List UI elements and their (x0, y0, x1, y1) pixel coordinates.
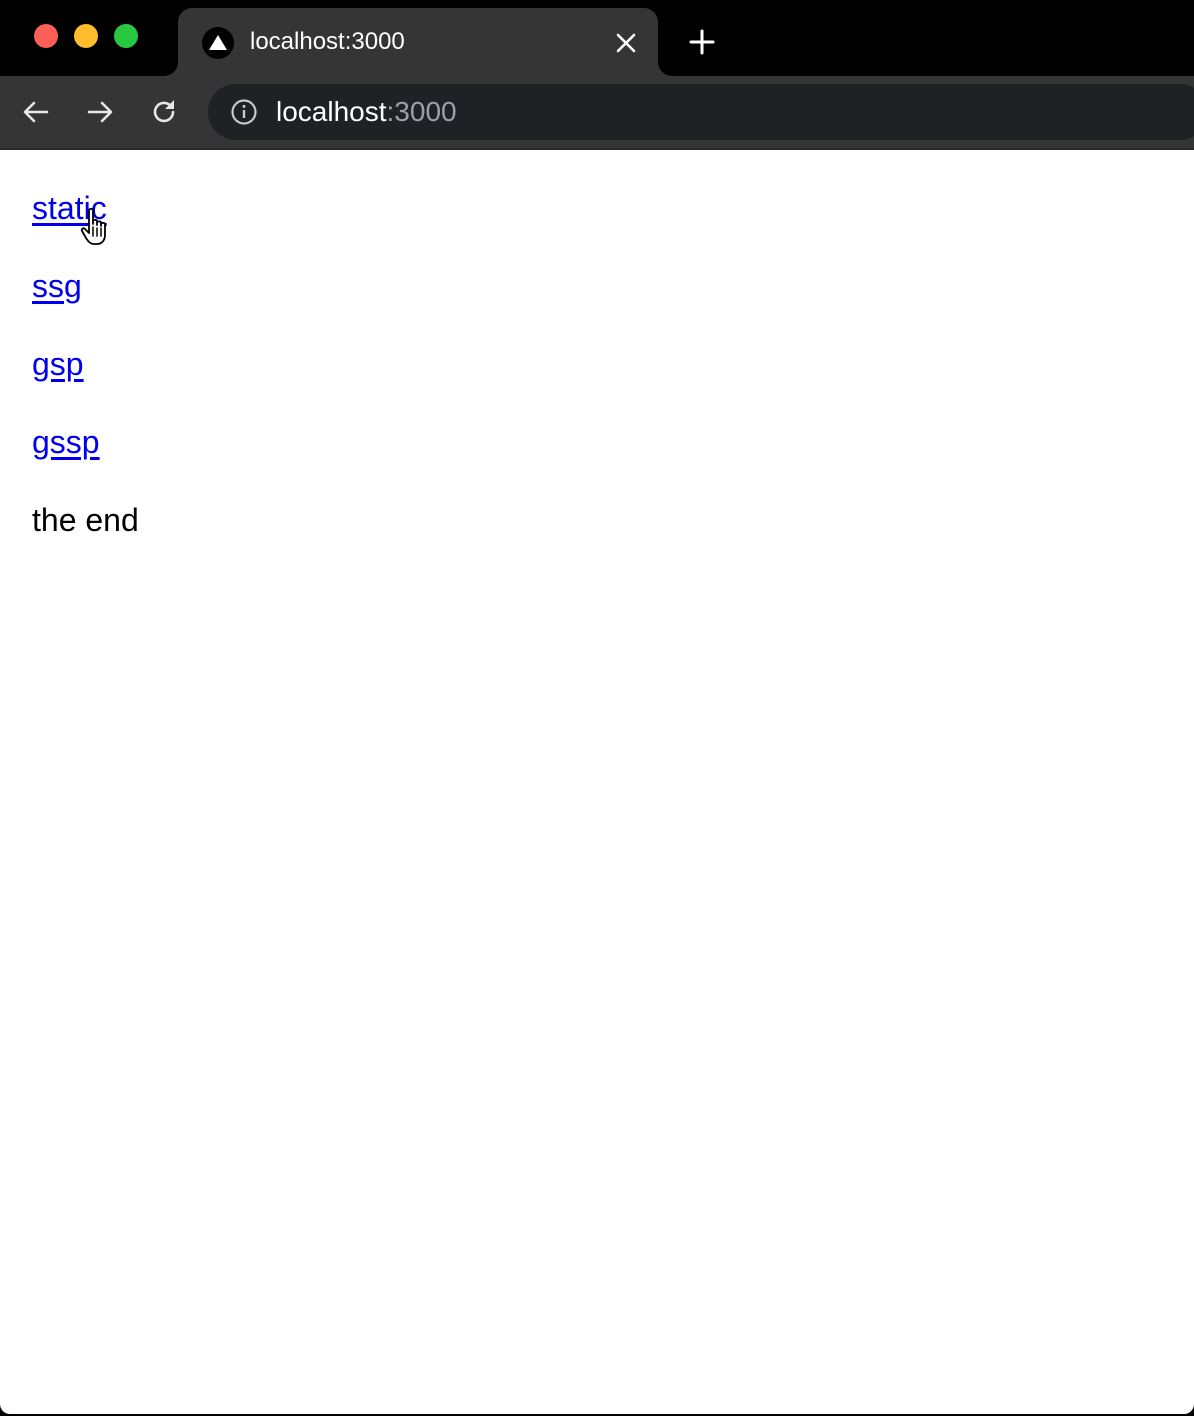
maximize-window-button[interactable] (114, 24, 138, 48)
browser-tab[interactable]: localhost:3000 (178, 8, 658, 76)
info-icon[interactable] (230, 98, 258, 126)
link-gssp[interactable]: gssp (32, 424, 100, 460)
browser-window: localhost:3000 localhost:3000 static ssg… (0, 0, 1194, 1416)
triangle-icon (202, 27, 234, 59)
back-arrow-icon[interactable] (20, 96, 52, 128)
minimize-window-button[interactable] (74, 24, 98, 48)
url-port: :3000 (386, 96, 457, 127)
url-text: localhost:3000 (276, 96, 457, 128)
close-icon[interactable] (614, 31, 638, 55)
tab-title: localhost:3000 (250, 28, 405, 55)
link-gsp[interactable]: gsp (32, 346, 84, 382)
hand-pointer-cursor-icon (80, 207, 116, 247)
reload-icon[interactable] (148, 96, 180, 128)
url-host: localhost (276, 96, 387, 127)
tab-strip: localhost:3000 (0, 0, 1194, 76)
close-window-button[interactable] (34, 24, 58, 48)
footer-text: the end (32, 502, 139, 538)
address-bar[interactable]: localhost:3000 (208, 84, 1194, 140)
forward-arrow-icon[interactable] (84, 96, 116, 128)
page-viewport: static ssg gsp gssp the end (0, 150, 1194, 1414)
plus-icon[interactable] (688, 28, 716, 56)
link-ssg[interactable]: ssg (32, 268, 82, 304)
browser-toolbar: localhost:3000 (0, 76, 1194, 148)
